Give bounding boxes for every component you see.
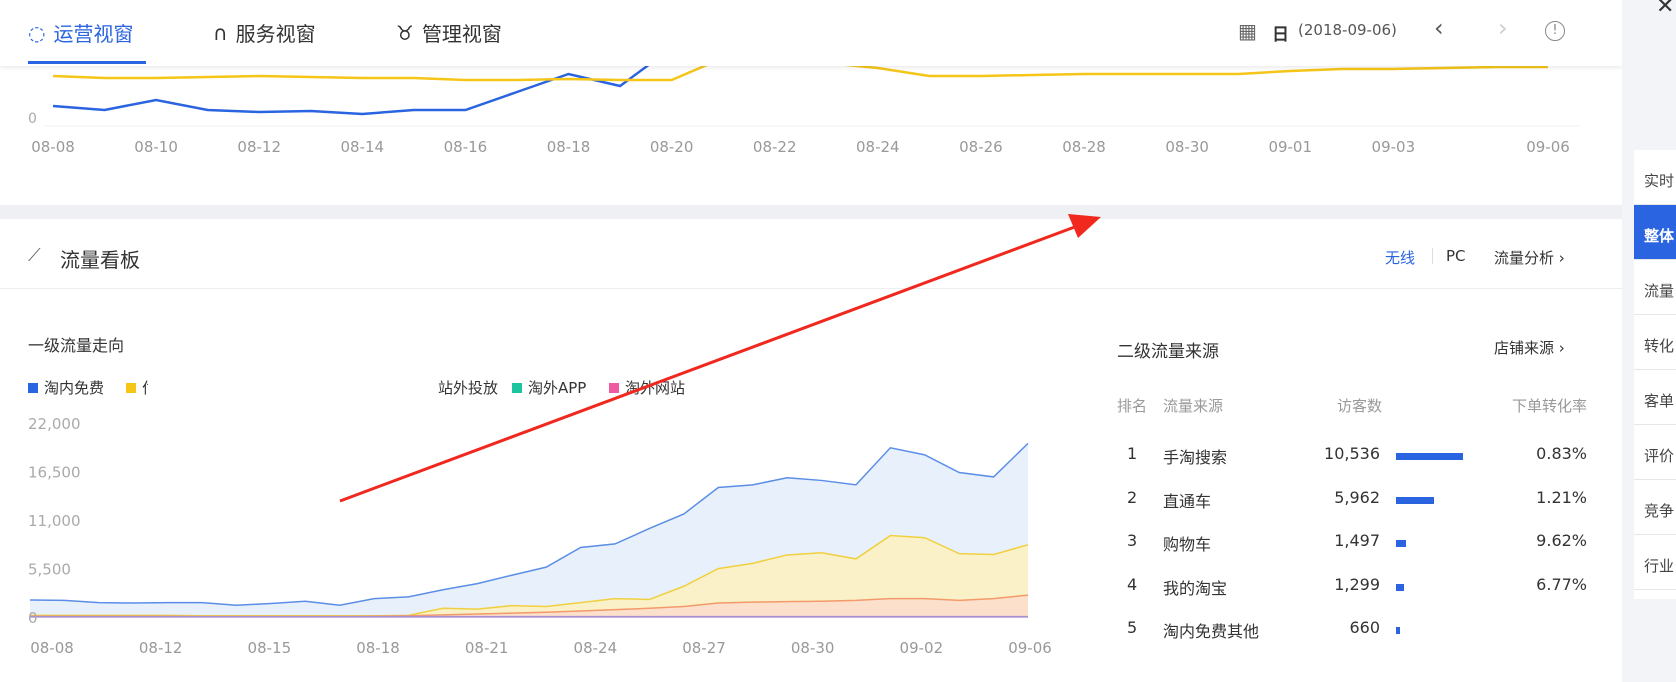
annotation-arrow bbox=[339, 214, 1101, 503]
